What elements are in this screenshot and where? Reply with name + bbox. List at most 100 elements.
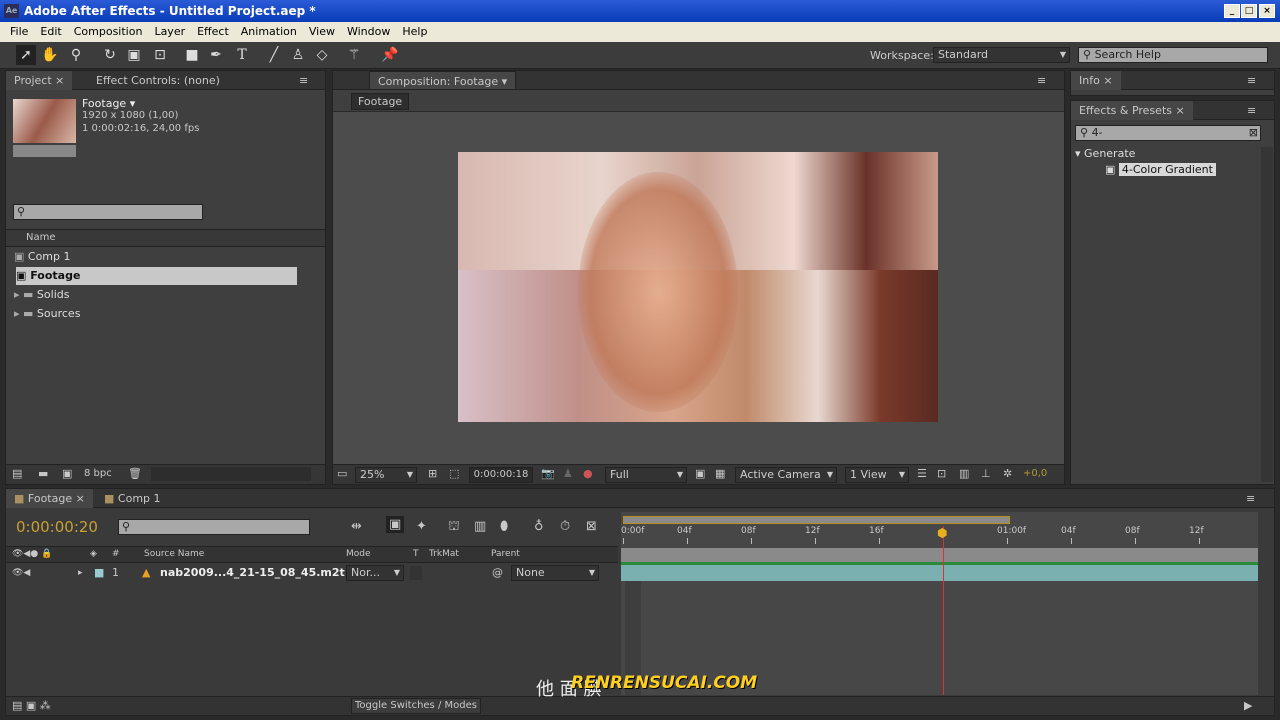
exposure-value[interactable]: +0,0 xyxy=(1023,468,1047,479)
fast-previews-icon[interactable]: ⊡ xyxy=(937,467,946,480)
col-parent[interactable]: Parent xyxy=(491,547,520,562)
graph-editor-icon[interactable]: ⊠ xyxy=(586,519,597,534)
col-t[interactable]: T xyxy=(413,547,419,562)
rotate-tool-icon[interactable]: ↻ xyxy=(100,45,120,65)
view-layout-dropdown[interactable]: 1 View xyxy=(845,467,909,483)
minimize-button[interactable]: _ xyxy=(1224,4,1240,18)
layer-name[interactable]: nab2009...4_21-15_08_45.m2t xyxy=(160,564,345,582)
label-color-icon[interactable]: ■ xyxy=(94,564,104,582)
camera-tool-icon[interactable]: ▣ xyxy=(124,45,144,65)
workspace-dropdown[interactable]: Standard xyxy=(933,47,1070,63)
tab-effects-presets[interactable]: Effects & Presets × xyxy=(1071,101,1193,120)
current-time-display[interactable]: 0:00:00:18 xyxy=(469,467,533,483)
project-item-solids[interactable]: ▸ ▬ Solids xyxy=(14,286,305,304)
layer-row[interactable]: 👁◀ ▸ ■ 1 ▲ nab2009...4_21-15_08_45.m2t N… xyxy=(6,564,618,582)
toggle-switches-modes-button[interactable]: Toggle Switches / Modes xyxy=(351,698,481,714)
col-trkmat[interactable]: TrkMat xyxy=(429,547,459,562)
horizontal-scrollbar[interactable] xyxy=(151,467,311,481)
maximize-button[interactable]: □ xyxy=(1241,4,1257,18)
show-snapshot-icon[interactable]: ♟ xyxy=(563,467,573,480)
safe-margins-icon[interactable]: ⊞ xyxy=(428,467,437,480)
project-item-footage[interactable]: ▣ Footage xyxy=(16,267,297,285)
reset-exposure-icon[interactable]: ✲ xyxy=(1003,467,1012,480)
bpc-button[interactable]: 8 bpc xyxy=(84,468,112,479)
text-tool-icon[interactable]: T xyxy=(232,45,252,65)
new-comp-icon[interactable]: ▣ xyxy=(62,467,72,480)
playhead-handle-icon[interactable]: ⬢ xyxy=(937,526,947,540)
menu-window[interactable]: Window xyxy=(341,22,396,42)
menu-help[interactable]: Help xyxy=(396,22,433,42)
menu-effect[interactable]: Effect xyxy=(191,22,235,42)
eraser-tool-icon[interactable]: ◇ xyxy=(312,45,332,65)
close-button[interactable]: × xyxy=(1259,4,1275,18)
brainstorm-icon[interactable]: ♁ xyxy=(534,519,544,534)
timeline-search-input[interactable]: ⚲ xyxy=(118,519,310,535)
live-update-icon[interactable]: ▣ xyxy=(386,516,405,533)
time-graph[interactable]: 0:00f 04f 08f 12f 16f 01:00f 04f 08f 12f ⬢ xyxy=(621,512,1258,695)
frame-blending-icon[interactable]: ▥ xyxy=(474,519,486,534)
tab-project[interactable]: Project × xyxy=(6,71,73,90)
rectangle-tool-icon[interactable]: ■ xyxy=(182,45,202,65)
hide-shy-icon[interactable]: ⛫ xyxy=(448,519,460,536)
flowchart-icon[interactable]: ⊥ xyxy=(981,467,991,480)
scroll-right-icon[interactable]: ▶ xyxy=(1244,699,1252,712)
category-generate[interactable]: ▾ Generate xyxy=(1075,147,1135,160)
tab-timeline-footage[interactable]: ■ Footage × xyxy=(6,489,93,508)
project-item-comp1[interactable]: ▣ Comp 1 xyxy=(14,248,305,266)
menu-view[interactable]: View xyxy=(303,22,341,42)
col-source-name[interactable]: Source Name xyxy=(144,547,204,562)
menu-edit[interactable]: Edit xyxy=(34,22,67,42)
tab-info[interactable]: Info × xyxy=(1071,71,1121,90)
channel-icon[interactable]: ● xyxy=(583,467,593,480)
panel-menu-icon[interactable]: ≡ xyxy=(1239,101,1264,120)
menu-layer[interactable]: Layer xyxy=(148,22,191,42)
transparency-grid-icon[interactable]: ▦ xyxy=(715,467,725,480)
vertical-scrollbar[interactable] xyxy=(1261,147,1273,482)
col-mode[interactable]: Mode xyxy=(346,547,371,562)
current-time-indicator[interactable]: ⬢ xyxy=(937,526,947,695)
brush-tool-icon[interactable]: ╱ xyxy=(264,45,284,65)
always-preview-icon[interactable]: ▭ xyxy=(337,467,347,480)
menu-file[interactable]: File xyxy=(4,22,34,42)
snapshot-icon[interactable]: 📷 xyxy=(541,467,555,480)
panel-menu-icon[interactable]: ≡ xyxy=(1029,71,1054,90)
timeline-icon[interactable]: ▥ xyxy=(959,467,969,480)
expand-layer-icon[interactable]: ▸ xyxy=(78,564,83,582)
pickwhip-icon[interactable]: @ xyxy=(492,564,503,582)
layer-mode-dropdown[interactable]: Nor... xyxy=(346,565,404,581)
layer-duration-bar[interactable] xyxy=(621,565,1258,581)
panel-menu-icon[interactable]: ≡ xyxy=(291,71,316,90)
tab-effect-controls[interactable]: Effect Controls: (none) xyxy=(88,71,228,90)
search-help-input[interactable]: ⚲ Search Help xyxy=(1078,47,1268,63)
work-area-bar[interactable] xyxy=(623,516,1010,524)
resolution-dropdown[interactable]: Full xyxy=(605,467,687,483)
mask-visibility-icon[interactable]: ⬚ xyxy=(449,467,459,480)
pan-behind-tool-icon[interactable]: ⊡ xyxy=(150,45,170,65)
puppet-pin-tool-icon[interactable]: 📌 xyxy=(380,45,400,65)
roto-brush-tool-icon[interactable]: ⚚ xyxy=(344,45,364,65)
toggle-pixel-aspect-icon[interactable]: ☰ xyxy=(917,467,927,480)
tab-timeline-comp1[interactable]: ■ Comp 1 xyxy=(96,489,169,508)
camera-view-dropdown[interactable]: Active Camera xyxy=(735,467,837,483)
auto-keyframe-icon[interactable]: ⏱ xyxy=(560,519,570,534)
tab-composition-footage[interactable]: Composition: Footage ▾ xyxy=(369,71,517,90)
trash-icon[interactable]: 🗑 xyxy=(128,467,142,480)
breadcrumb-footage[interactable]: Footage xyxy=(351,93,410,110)
effect-item-4-color-gradient[interactable]: ▣ 4-Color Gradient xyxy=(1105,163,1216,176)
hand-tool-icon[interactable]: ✋ xyxy=(40,45,60,65)
motion-blur-icon[interactable]: ⬮ xyxy=(500,519,508,534)
panel-menu-icon[interactable]: ≡ xyxy=(1238,489,1263,508)
pen-tool-icon[interactable]: ✒ xyxy=(206,45,226,65)
zoom-tool-icon[interactable]: ⚲ xyxy=(66,45,86,65)
menu-animation[interactable]: Animation xyxy=(235,22,303,42)
menu-composition[interactable]: Composition xyxy=(68,22,149,42)
effects-search-input[interactable]: ⚲ 4- ⊠ xyxy=(1075,125,1261,141)
region-of-interest-icon[interactable]: ▣ xyxy=(695,467,705,480)
item-name[interactable]: Footage ▾ xyxy=(82,97,135,110)
parent-dropdown[interactable]: None xyxy=(511,565,599,581)
clone-stamp-tool-icon[interactable]: ♙ xyxy=(288,45,308,65)
video-visibility-icon[interactable]: 👁◀ xyxy=(12,564,30,582)
panel-menu-icon[interactable]: ≡ xyxy=(1239,71,1264,90)
clear-search-icon[interactable]: ⊠ xyxy=(1249,126,1258,140)
composition-viewer-frame[interactable] xyxy=(458,152,938,422)
